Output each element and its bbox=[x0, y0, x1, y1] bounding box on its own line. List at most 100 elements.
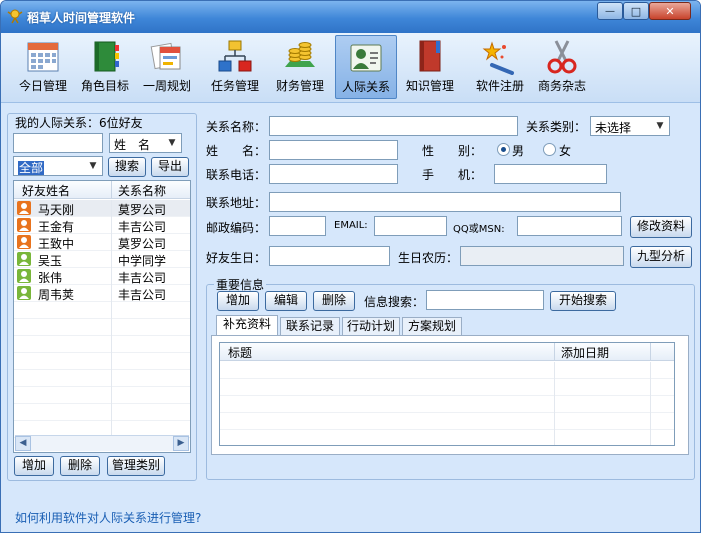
delete-info-button[interactable]: 删除 bbox=[313, 291, 355, 311]
qq-msn-field[interactable] bbox=[517, 216, 622, 236]
empty-row[interactable] bbox=[220, 430, 674, 445]
mobile-label: 手 机： bbox=[422, 168, 483, 182]
scissors-icon bbox=[547, 40, 577, 74]
toolbar-label: 商务杂志 bbox=[537, 79, 586, 93]
help-link[interactable]: 如何利用软件对人际关系进行管理? bbox=[15, 509, 201, 526]
toolbar-today[interactable]: 今日管理 bbox=[12, 35, 74, 99]
male-person-icon bbox=[17, 201, 31, 215]
column-header[interactable]: 好友姓名 bbox=[22, 182, 70, 199]
column-header[interactable]: 标题 bbox=[228, 344, 252, 361]
info-search-input[interactable] bbox=[426, 290, 544, 310]
chevron-down-icon: ▼ bbox=[168, 138, 176, 148]
tab-contact-records[interactable]: 联系记录 bbox=[280, 317, 340, 336]
close-button[interactable]: ✕ bbox=[649, 2, 691, 20]
empty-row[interactable] bbox=[14, 319, 190, 336]
friend-row[interactable]: 王致中 莫罗公司 bbox=[14, 234, 190, 251]
start-search-button[interactable]: 开始搜索 bbox=[550, 291, 616, 311]
category-value: 全部 bbox=[18, 161, 45, 175]
column-divider bbox=[111, 268, 112, 285]
column-header[interactable]: 添加日期 bbox=[561, 344, 609, 361]
empty-row[interactable] bbox=[220, 379, 674, 396]
category-select[interactable]: 全部 ▼ bbox=[13, 156, 103, 176]
friend-row[interactable]: 周韦荚 丰吉公司 bbox=[14, 285, 190, 302]
horizontal-scrollbar[interactable]: ◀ ▶ bbox=[15, 435, 189, 451]
maximize-button[interactable]: □ bbox=[623, 2, 649, 20]
column-divider bbox=[650, 379, 651, 396]
column-divider bbox=[111, 353, 112, 370]
close-icon: ✕ bbox=[665, 4, 675, 18]
friend-row[interactable]: 吴玉 中学同学 bbox=[14, 251, 190, 268]
enneagram-analysis-button[interactable]: 九型分析 bbox=[630, 246, 692, 268]
column-divider bbox=[111, 234, 112, 251]
edit-info-button[interactable]: 编辑 bbox=[265, 291, 307, 311]
mobile-field[interactable] bbox=[494, 164, 607, 184]
gender-female-label: 女 bbox=[559, 144, 572, 158]
email-label: EMAIL: bbox=[334, 220, 368, 231]
manage-category-button[interactable]: 管理类别 bbox=[107, 456, 165, 476]
address-field[interactable] bbox=[269, 192, 621, 212]
friend-search-input[interactable] bbox=[13, 133, 103, 153]
empty-row[interactable] bbox=[220, 396, 674, 413]
modify-profile-button[interactable]: 修改资料 bbox=[630, 216, 692, 238]
column-divider bbox=[111, 319, 112, 336]
minimize-button[interactable]: — bbox=[597, 2, 623, 20]
add-info-button[interactable]: 增加 bbox=[217, 291, 259, 311]
empty-row[interactable] bbox=[220, 413, 674, 430]
toolbar-business-magazine[interactable]: 商务杂志 bbox=[531, 35, 593, 99]
empty-row[interactable] bbox=[14, 370, 190, 387]
column-header[interactable]: 关系名称 bbox=[118, 182, 166, 199]
export-button[interactable]: 导出 bbox=[151, 157, 189, 177]
toolbar-label: 财务管理 bbox=[275, 79, 324, 93]
relation-name-field[interactable] bbox=[269, 116, 518, 136]
friend-row[interactable]: 张伟 丰吉公司 bbox=[14, 268, 190, 285]
app-window: 稻草人时间管理软件 — □ ✕ 今日管理 角色目标 一周规划 任务管理 财务管理… bbox=[0, 0, 701, 533]
search-button[interactable]: 搜索 bbox=[108, 157, 146, 177]
tab-supplementary[interactable]: 补充资料 bbox=[216, 315, 278, 336]
scroll-left-icon[interactable]: ◀ bbox=[15, 436, 31, 451]
title-bar[interactable]: 稻草人时间管理软件 — □ ✕ bbox=[1, 1, 700, 33]
scroll-right-icon[interactable]: ▶ bbox=[173, 436, 189, 451]
relation-type-select[interactable]: 未选择 ▼ bbox=[590, 116, 670, 136]
column-divider bbox=[650, 430, 651, 445]
zip-field[interactable] bbox=[269, 216, 326, 236]
toolbar-relationships[interactable]: 人际关系 bbox=[335, 35, 397, 99]
toolbar-registration[interactable]: 软件注册 bbox=[469, 35, 531, 99]
empty-row[interactable] bbox=[220, 362, 674, 379]
name-field[interactable] bbox=[269, 140, 398, 160]
flowchart-icon bbox=[218, 40, 252, 72]
friend-row[interactable]: 马天刚 莫罗公司 bbox=[14, 200, 190, 217]
phone-field[interactable] bbox=[269, 164, 398, 184]
column-divider bbox=[111, 200, 112, 217]
empty-row[interactable] bbox=[14, 302, 190, 319]
toolbar-role-goals[interactable]: 角色目标 bbox=[74, 35, 136, 99]
search-field-select[interactable]: 姓 名 ▼ bbox=[109, 133, 182, 153]
column-divider bbox=[111, 387, 112, 404]
column-divider bbox=[554, 430, 555, 445]
female-person-icon bbox=[17, 286, 31, 300]
info-list[interactable]: 标题 添加日期 bbox=[219, 342, 675, 446]
friend-row[interactable]: 王金有 丰吉公司 bbox=[14, 217, 190, 234]
tab-scheme-planning[interactable]: 方案规划 bbox=[402, 317, 462, 336]
column-divider bbox=[111, 217, 112, 234]
column-divider bbox=[554, 396, 555, 413]
gender-male-radio[interactable] bbox=[497, 143, 510, 156]
empty-row[interactable] bbox=[14, 387, 190, 404]
relation-type-value: 未选择 bbox=[595, 121, 632, 135]
toolbar-finance[interactable]: 财务管理 bbox=[269, 35, 331, 99]
empty-row[interactable] bbox=[14, 336, 190, 353]
toolbar-label: 一周规划 bbox=[142, 79, 191, 93]
friends-list[interactable]: 好友姓名 关系名称 马天刚 莫罗公司 王金有 丰吉公司 王致中 莫罗公司 吴玉 中学同学 张伟丰… bbox=[13, 180, 191, 453]
email-field[interactable] bbox=[374, 216, 447, 236]
empty-row[interactable] bbox=[14, 353, 190, 370]
add-friend-button[interactable]: 增加 bbox=[14, 456, 54, 476]
toolbar-task-management[interactable]: 任务管理 bbox=[204, 35, 266, 99]
empty-row[interactable] bbox=[14, 404, 190, 421]
gender-female-radio[interactable] bbox=[543, 143, 556, 156]
column-divider bbox=[111, 302, 112, 319]
column-divider bbox=[650, 362, 651, 379]
toolbar-weekly-plan[interactable]: 一周规划 bbox=[136, 35, 198, 99]
delete-friend-button[interactable]: 删除 bbox=[60, 456, 100, 476]
tab-action-plan[interactable]: 行动计划 bbox=[342, 317, 400, 336]
birthday-field[interactable] bbox=[269, 246, 390, 266]
toolbar-knowledge[interactable]: 知识管理 bbox=[399, 35, 461, 99]
